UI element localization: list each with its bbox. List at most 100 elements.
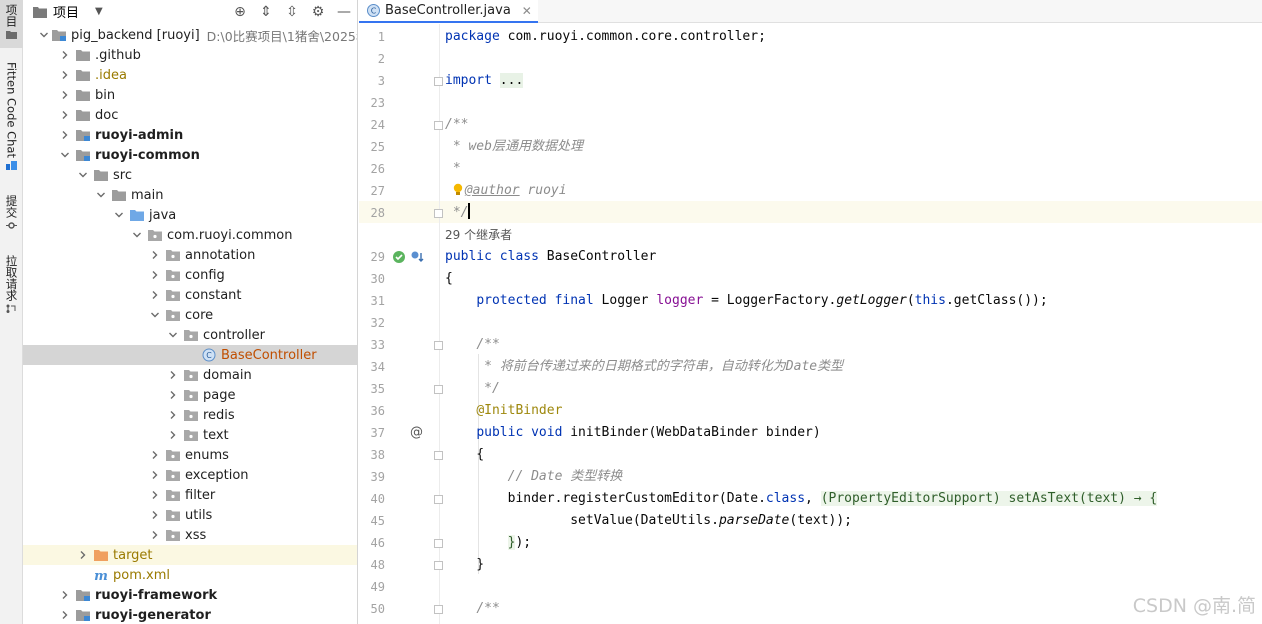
tab-base-controller[interactable]: C BaseController.java ✕ xyxy=(359,0,538,23)
fold-marker-icon[interactable] xyxy=(434,451,443,460)
tree-item[interactable]: target xyxy=(23,545,357,565)
code-editor[interactable]: 1 package com.ruoyi.common.core.controlle… xyxy=(359,24,1262,624)
tree-item[interactable]: utils xyxy=(23,505,357,525)
tree-item[interactable]: com.ruoyi.common xyxy=(23,225,357,245)
tree-item[interactable]: m pom.xml xyxy=(23,565,357,585)
tree-item[interactable]: bin xyxy=(23,85,357,105)
collapse-all-icon[interactable]: ⇳ xyxy=(279,0,305,23)
chevron-right-icon[interactable] xyxy=(57,607,73,623)
fold-marker-icon[interactable] xyxy=(434,539,443,548)
tree-item[interactable]: pig_backend [ruoyi] D:\0比赛项目\1猪舍\2025年版 xyxy=(23,25,357,45)
close-icon[interactable]: ✕ xyxy=(522,4,532,18)
tree-item[interactable]: text xyxy=(23,425,357,445)
tree-item[interactable]: java xyxy=(23,205,357,225)
chevron-right-icon[interactable] xyxy=(57,107,73,123)
tree-item[interactable]: constant xyxy=(23,285,357,305)
chevron-right-icon[interactable] xyxy=(57,127,73,143)
chevron-right-icon[interactable] xyxy=(165,387,181,403)
tree-item[interactable]: xss xyxy=(23,525,357,545)
folder-icon xyxy=(73,108,95,122)
tree-item[interactable]: redis xyxy=(23,405,357,425)
tree-item[interactable]: C BaseController xyxy=(23,345,357,365)
chevron-right-icon[interactable] xyxy=(147,247,163,263)
chevron-down-icon[interactable] xyxy=(147,307,163,323)
inheritors-hint-label[interactable]: 29 个继承者 xyxy=(445,224,512,246)
code-line: 37 @ public void initBinder(WebDataBinder… xyxy=(359,422,1262,444)
tree-item[interactable]: .github xyxy=(23,45,357,65)
chevron-right-icon[interactable] xyxy=(57,87,73,103)
locate-icon[interactable]: ⊕ xyxy=(227,0,253,23)
chevron-right-icon[interactable] xyxy=(147,447,163,463)
folder-icon xyxy=(73,68,95,82)
chevron-right-icon[interactable] xyxy=(165,367,181,383)
tree-item[interactable]: config xyxy=(23,265,357,285)
chevron-right-icon[interactable] xyxy=(57,587,73,603)
tree-item-label: exception xyxy=(185,467,249,483)
chevron-right-icon[interactable] xyxy=(57,67,73,83)
tree-item[interactable]: ruoyi-admin xyxy=(23,125,357,145)
chevron-down-icon[interactable] xyxy=(165,327,181,343)
chevron-down-icon[interactable] xyxy=(129,227,145,243)
tab-label: BaseController.java xyxy=(385,3,511,18)
commit-tool-button[interactable]: 提交 xyxy=(0,195,23,239)
fold-marker-icon[interactable] xyxy=(434,77,443,86)
chevron-right-icon[interactable] xyxy=(147,467,163,483)
implemented-icon[interactable] xyxy=(392,250,406,268)
tree-item[interactable]: src xyxy=(23,165,357,185)
tree-item[interactable]: core xyxy=(23,305,357,325)
package-icon xyxy=(163,488,185,502)
tree-item[interactable]: ruoyi-generator xyxy=(23,605,357,624)
project-view-dropdown-icon[interactable]: ▼ xyxy=(95,6,103,17)
code-line: 35 */ xyxy=(359,378,1262,400)
tree-item[interactable]: ruoyi-common xyxy=(23,145,357,165)
chevron-down-icon[interactable] xyxy=(75,167,91,183)
tree-item[interactable]: exception xyxy=(23,465,357,485)
fold-marker-icon[interactable] xyxy=(434,605,443,614)
chevron-right-icon[interactable] xyxy=(165,427,181,443)
chevron-down-icon[interactable] xyxy=(39,27,49,43)
tree-item[interactable]: doc xyxy=(23,105,357,125)
tree-item[interactable]: main xyxy=(23,185,357,205)
chevron-right-icon[interactable] xyxy=(75,547,91,563)
chevron-right-icon[interactable] xyxy=(147,527,163,543)
project-tool-button[interactable]: 项目 xyxy=(0,0,23,48)
tree-item[interactable]: controller xyxy=(23,325,357,345)
tree-item[interactable]: filter xyxy=(23,485,357,505)
fitten-code-chat-button[interactable]: Fitten Code Chat xyxy=(0,62,23,182)
package-icon xyxy=(181,428,203,442)
tree-item-label: ruoyi-generator xyxy=(95,607,211,623)
tree-item-label: controller xyxy=(203,327,266,343)
chevron-right-icon[interactable] xyxy=(57,47,73,63)
chevron-down-icon[interactable] xyxy=(57,147,73,163)
chevron-right-icon[interactable] xyxy=(165,407,181,423)
line-number: 24 xyxy=(370,118,385,132)
tree-item[interactable]: domain xyxy=(23,365,357,385)
fold-marker-icon[interactable] xyxy=(434,341,443,350)
tree-item[interactable]: annotation xyxy=(23,245,357,265)
tree-item[interactable]: enums xyxy=(23,445,357,465)
tree-item[interactable]: ruoyi-framework xyxy=(23,585,357,605)
gear-icon[interactable]: ⚙ xyxy=(305,0,331,23)
chevron-down-icon[interactable] xyxy=(93,187,109,203)
chevron-right-icon[interactable] xyxy=(147,287,163,303)
override-icon[interactable] xyxy=(410,250,424,268)
chevron-down-icon[interactable] xyxy=(111,207,127,223)
project-path: D:\0比赛项目\1猪舍\2025年版 xyxy=(206,28,357,44)
chevron-right-icon[interactable] xyxy=(147,507,163,523)
pull-requests-tool-button[interactable]: 拉取请求 xyxy=(0,255,23,321)
module-folder-icon xyxy=(73,128,95,142)
chevron-right-icon[interactable] xyxy=(147,267,163,283)
fold-marker-icon[interactable] xyxy=(434,385,443,394)
tree-item[interactable]: page xyxy=(23,385,357,405)
tree-item-label: enums xyxy=(185,447,229,463)
chevron-right-icon[interactable] xyxy=(147,487,163,503)
hide-panel-icon[interactable]: — xyxy=(331,0,357,23)
fold-marker-icon[interactable] xyxy=(434,121,443,130)
at-icon[interactable]: @ xyxy=(410,426,423,440)
fold-marker-icon[interactable] xyxy=(434,561,443,570)
fold-marker-icon[interactable] xyxy=(434,495,443,504)
fold-marker-icon[interactable] xyxy=(434,209,443,218)
fitten-icon xyxy=(6,160,17,170)
tree-item[interactable]: .idea xyxy=(23,65,357,85)
expand-all-icon[interactable]: ⇕ xyxy=(253,0,279,23)
